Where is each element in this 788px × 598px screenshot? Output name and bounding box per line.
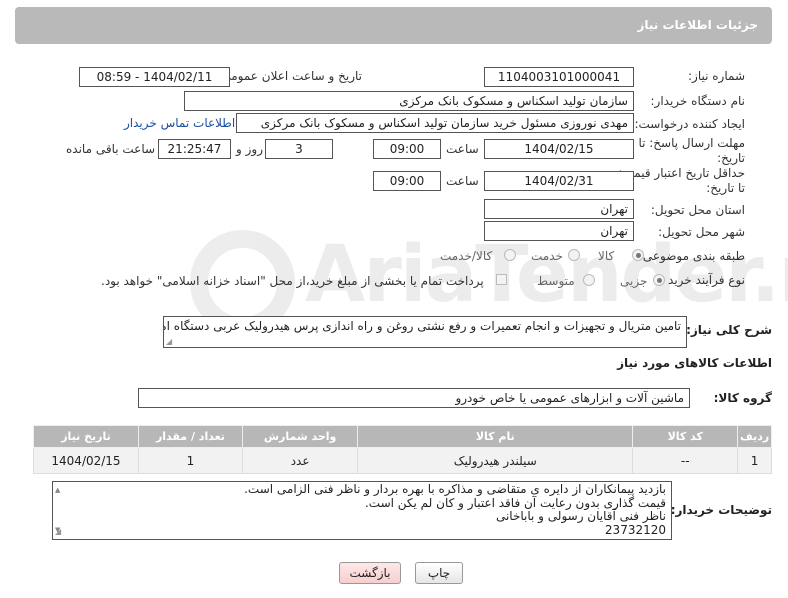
col-header-unit: واحد شمارش xyxy=(241,425,359,448)
announce-field: 1404/02/11 - 08:59 xyxy=(79,67,230,87)
col-header-quantity: تعداد / مقدار xyxy=(137,425,243,448)
cell-quantity: 1 xyxy=(137,447,243,474)
resize-handle-icon[interactable]: ◢ xyxy=(166,337,172,346)
process-label: نوع فرآیند خرید : xyxy=(660,273,745,287)
category-radio-goods-service[interactable] xyxy=(504,249,516,261)
category-option-service: خدمت xyxy=(531,249,563,263)
description-text: تامین متریال و تجهیزات و انجام تعمیرات و… xyxy=(163,319,681,333)
category-option-goods: کالا xyxy=(598,249,615,263)
remaining-label: ساعت باقی مانده xyxy=(66,142,156,156)
process-radio-minor[interactable] xyxy=(653,274,665,286)
buyer-notes-line: ناظر فنی آقایان رسولی و باباخانی xyxy=(495,509,666,523)
city-label: شهر محل تحویل: xyxy=(658,225,745,239)
validity-time-field: 09:00 xyxy=(373,171,441,191)
announce-label: تاریخ و ساعت اعلان عمومی: xyxy=(217,69,362,83)
page-title: جزئیات اطلاعات نیاز xyxy=(15,7,772,44)
need-details-page: AriaTender.net جزئیات اطلاعات نیاز شماره… xyxy=(0,0,788,598)
category-radio-service[interactable] xyxy=(568,249,580,261)
treasury-payment-note: پرداخت تمام یا بخشی از مبلغ خرید،از محل … xyxy=(101,274,484,288)
scrollbar[interactable]: ▲ ▼ xyxy=(55,486,63,534)
col-header-name: نام کالا xyxy=(357,425,634,448)
deadline-label: مهلت ارسال پاسخ: تا تاریخ: xyxy=(638,136,745,165)
buyer-notes-line: قیمت گذاری بدون رعایت آن فاقد اعتبار و ک… xyxy=(364,495,666,510)
buyer-org-label: نام دستگاه خریدار: xyxy=(650,94,746,108)
goods-group-field: ماشین آلات و ابزارهای عمومی یا خاص خودرو xyxy=(138,388,690,408)
deadline-time-label: ساعت xyxy=(446,142,479,156)
treasury-payment-checkbox[interactable] xyxy=(496,274,507,285)
requester-label: ایجاد کننده درخواست: xyxy=(634,117,745,131)
cell-unit: عدد xyxy=(241,447,359,474)
deadline-date-field: 1404/02/15 xyxy=(484,139,634,159)
province-label: استان محل تحویل: xyxy=(650,203,745,217)
back-button[interactable]: بازگشت xyxy=(339,562,401,584)
need-number-label: شماره نیاز: xyxy=(688,69,745,83)
cell-code: -- xyxy=(632,447,739,474)
buyer-notes-line: بازدید پیمانکاران از دایره ی متقاضی و مذ… xyxy=(244,482,666,496)
remaining-time-field: 21:25:47 xyxy=(158,139,231,159)
validity-label: حداقل تاریخ اعتبار قیمت: تا تاریخ: xyxy=(618,166,745,195)
days-label: روز و xyxy=(236,142,263,156)
goods-table: ردیف کد کالا نام کالا واحد شمارش تعداد /… xyxy=(33,425,772,474)
process-radio-medium[interactable] xyxy=(583,274,595,286)
cell-need-date: 1404/02/15 xyxy=(33,447,139,474)
province-field: تهران xyxy=(484,199,634,219)
buyer-notes-label: توضیحات خریدار: xyxy=(670,503,772,517)
category-radio-goods[interactable] xyxy=(632,249,644,261)
scroll-down-icon[interactable]: ▼ xyxy=(55,526,63,534)
print-button[interactable]: چاپ xyxy=(415,562,463,584)
validity-date-field: 1404/02/31 xyxy=(484,171,634,191)
table-row: 1 -- سیلندر هیدرولیک عدد 1 1404/02/15 xyxy=(33,447,772,474)
goods-section-title: اطلاعات کالاهای مورد نیاز xyxy=(617,356,772,370)
col-header-code: کد کالا xyxy=(632,425,739,448)
validity-time-label: ساعت xyxy=(446,174,479,188)
scroll-up-icon[interactable]: ▲ xyxy=(55,486,63,494)
goods-group-label: گروه کالا: xyxy=(713,391,772,405)
category-option-goods-service: کالا/خدمت xyxy=(440,249,493,263)
process-option-minor: جزیی xyxy=(620,274,648,288)
goods-table-header: ردیف کد کالا نام کالا واحد شمارش تعداد /… xyxy=(33,425,772,448)
city-field: تهران xyxy=(484,221,634,241)
col-header-need-date: تاریخ نیاز xyxy=(33,425,139,448)
buyer-contact-link[interactable]: اطلاعات تماس خریدار xyxy=(124,116,235,130)
process-option-medium: متوسط xyxy=(537,274,575,288)
buyer-notes-line: 23732120 xyxy=(604,522,666,537)
cell-name: سیلندر هیدرولیک xyxy=(357,447,634,474)
deadline-time-field: 09:00 xyxy=(373,139,441,159)
description-label: شرح کلی نیاز: xyxy=(686,323,772,337)
category-label: طبقه بندی موضوعی: xyxy=(638,249,745,263)
need-number-field: 1104003101000041 xyxy=(484,67,634,87)
buyer-notes-textarea[interactable]: بازدید پیمانکاران از دایره ی متقاضی و مذ… xyxy=(52,481,672,540)
description-textarea[interactable]: تامین متریال و تجهیزات و انجام تعمیرات و… xyxy=(163,316,687,348)
buyer-org-field: سازمان تولید اسکناس و مسکوک بانک مرکزی xyxy=(184,91,634,111)
days-field: 3 xyxy=(265,139,333,159)
cell-row: 1 xyxy=(737,447,772,474)
col-header-row: ردیف xyxy=(737,425,772,448)
requester-field: مهدی نوروزی مسئول خرید سازمان تولید اسکن… xyxy=(236,113,634,133)
